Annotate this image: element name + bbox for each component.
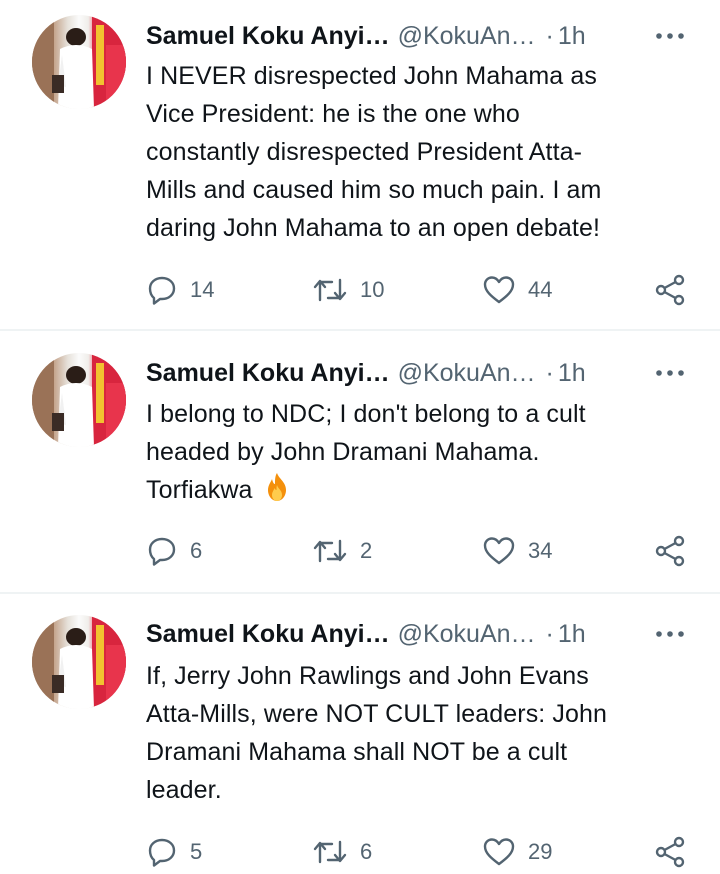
separator-dot: · [545,359,554,387]
retweet-button[interactable]: 6 [312,832,372,872]
like-button[interactable]: 29 [482,832,552,872]
reply-button[interactable]: 6 [146,531,202,571]
heart-icon [483,276,515,304]
retweet-count: 2 [360,538,373,563]
more-options-icon [656,370,684,376]
more-options-icon [656,33,684,39]
reply-count: 6 [190,538,203,563]
author-handle[interactable]: @KokuAn… [398,620,536,648]
like-count: 44 [528,277,553,302]
tweet-actions: 6 2 34 [0,531,720,571]
author-handle[interactable]: @KokuAn… [398,359,536,387]
author-name[interactable]: Samuel Koku Anyi… [146,620,390,648]
retweet-count: 6 [360,839,373,864]
author-name[interactable]: Samuel Koku Anyi… [146,359,390,387]
like-count: 29 [528,839,553,864]
reply-icon [148,838,176,867]
more-options-button[interactable] [654,24,686,48]
like-button[interactable]: 44 [482,270,552,310]
reply-icon [148,276,176,305]
avatar-image [32,15,126,109]
more-options-icon [656,631,684,637]
timestamp[interactable]: 1h [558,22,586,50]
share-icon [655,274,685,306]
separator-dot: · [545,22,554,50]
tweet-header: Samuel Koku Anyi… @KokuAn… · 1h [146,19,586,53]
tweet[interactable]: Samuel Koku Anyi… @KokuAn… · 1h I belong to… [0,331,720,593]
more-options-button[interactable] [654,361,686,385]
avatar[interactable] [32,15,126,109]
share-button[interactable] [654,832,686,872]
avatar[interactable] [32,353,126,447]
heart-icon [483,838,515,866]
tweet[interactable]: Samuel Koku Anyi… @KokuAn… · 1h If, Jerry J… [0,594,720,874]
heart-icon [483,537,515,565]
like-button[interactable]: 34 [482,531,552,571]
tweet[interactable]: Samuel Koku Anyi… @KokuAn… · 1h I NEVER dis… [0,0,720,330]
tweet-text-content: I belong to NDC; I don't belong to a cul… [146,400,586,504]
retweet-icon [313,840,347,864]
tweet-text: I NEVER disrespected John Mahama as Vice… [146,62,602,242]
tweet-text: I belong to NDC; I don't belong to a cul… [146,395,686,509]
avatar[interactable] [32,615,126,709]
share-button[interactable] [654,531,686,571]
reply-count: 14 [190,277,215,302]
more-options-button[interactable] [654,622,686,646]
retweet-count: 10 [360,277,385,302]
tweet-actions: 14 10 44 [0,270,720,310]
avatar-image [32,353,126,447]
share-icon [655,535,685,567]
fire-emoji [267,473,286,501]
share-icon [655,836,685,868]
reply-count: 5 [190,839,203,864]
retweet-button[interactable]: 2 [312,531,372,571]
tweet-actions: 5 6 29 [0,832,720,872]
timestamp[interactable]: 1h [558,620,586,648]
avatar-image [32,615,126,709]
tweet-text: If, Jerry John Rawlings and John Evans A… [146,662,607,804]
reply-button[interactable]: 5 [146,832,202,872]
like-count: 34 [528,538,553,563]
tweet-header: Samuel Koku Anyi… @KokuAn… · 1h [146,356,586,390]
share-button[interactable] [654,270,686,310]
tweet-header: Samuel Koku Anyi… @KokuAn… · 1h [146,617,586,651]
reply-icon [148,537,176,566]
timestamp[interactable]: 1h [558,359,586,387]
author-handle[interactable]: @KokuAn… [398,22,536,50]
retweet-icon [313,278,347,302]
author-name[interactable]: Samuel Koku Anyi… [146,22,390,50]
separator-dot: · [545,620,554,648]
retweet-button[interactable]: 10 [312,270,384,310]
reply-button[interactable]: 14 [146,270,214,310]
retweet-icon [313,539,347,563]
